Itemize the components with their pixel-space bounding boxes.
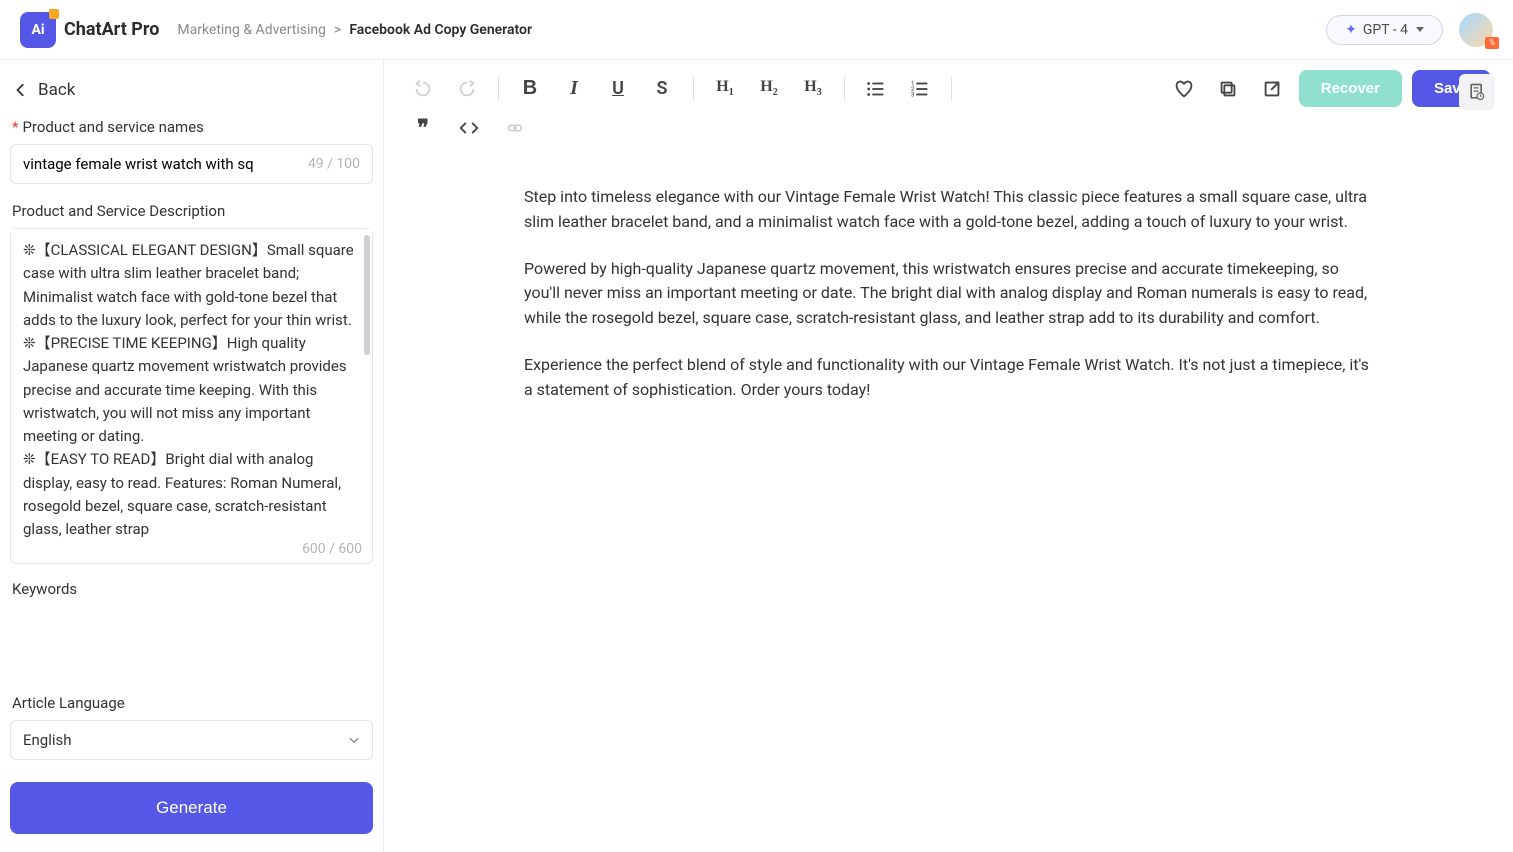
description-counter: 600 / 600 — [11, 539, 372, 563]
strike-button[interactable]: S — [645, 72, 679, 106]
back-button[interactable]: Back — [10, 74, 373, 112]
code-icon — [458, 117, 480, 139]
separator — [951, 77, 952, 101]
logo-icon: Ai — [20, 12, 56, 48]
link-button[interactable] — [498, 111, 532, 145]
copy-icon — [1217, 78, 1239, 100]
copy-button[interactable] — [1211, 72, 1245, 106]
breadcrumb: Marketing & Advertising > Facebook Ad Co… — [177, 22, 532, 38]
redo-button[interactable] — [450, 72, 484, 106]
product-name-field[interactable]: 49 / 100 — [10, 144, 373, 184]
italic-button[interactable]: I — [557, 72, 591, 106]
code-button[interactable] — [452, 111, 486, 145]
svg-text:3: 3 — [911, 90, 915, 98]
back-label: Back — [38, 80, 75, 100]
recover-button[interactable]: Recover — [1299, 70, 1402, 107]
generate-button[interactable]: Generate — [10, 782, 373, 834]
export-button[interactable] — [1255, 72, 1289, 106]
separator — [844, 77, 845, 101]
model-selector[interactable]: ✦ GPT - 4 — [1326, 15, 1443, 45]
h1-icon: H1 — [716, 78, 733, 98]
h1-button[interactable]: H1 — [708, 72, 742, 106]
scrollbar[interactable] — [364, 235, 370, 541]
underline-button[interactable]: U — [601, 72, 635, 106]
language-label: Article Language — [12, 694, 373, 712]
brand-name: ChatArt Pro — [64, 19, 159, 40]
editor-pane: B I U S H1 H2 H3 123 Recover Save ❞ — [384, 60, 1513, 852]
avatar-badge: % — [1485, 37, 1499, 49]
breadcrumb-current: Facebook Ad Copy Generator — [349, 22, 532, 38]
document-clock-icon — [1467, 82, 1487, 102]
heart-icon — [1173, 78, 1195, 100]
description-label: Product and Service Description — [12, 202, 373, 220]
quote-button[interactable]: ❞ — [406, 111, 440, 145]
paragraph: Powered by high-quality Japanese quartz … — [524, 257, 1373, 331]
quote-icon: ❞ — [417, 115, 429, 141]
scrollbar-thumb[interactable] — [364, 235, 370, 355]
bold-icon: B — [523, 77, 537, 100]
undo-icon — [412, 78, 434, 100]
keywords-label: Keywords — [12, 580, 373, 598]
chevron-left-icon — [14, 83, 28, 97]
underline-icon: U — [612, 78, 624, 99]
app-header: Ai ChatArt Pro Marketing & Advertising >… — [0, 0, 1513, 60]
product-name-counter: 49 / 100 — [308, 156, 360, 172]
ordered-list-button[interactable]: 123 — [903, 72, 937, 106]
product-name-input[interactable] — [23, 155, 308, 173]
product-name-label: *Product and service names — [12, 118, 373, 136]
breadcrumb-sep: > — [334, 22, 341, 38]
editor-toolbar: B I U S H1 H2 H3 123 Recover Save — [384, 60, 1513, 111]
h3-icon: H3 — [804, 78, 821, 98]
favorite-button[interactable] — [1167, 72, 1201, 106]
ordered-list-icon: 123 — [909, 78, 931, 100]
paragraph: Step into timeless elegance with our Vin… — [524, 185, 1373, 235]
history-button[interactable] — [1459, 74, 1495, 110]
undo-button[interactable] — [406, 72, 440, 106]
description-textarea[interactable] — [11, 229, 372, 539]
chevron-down-icon — [348, 734, 360, 746]
separator — [498, 77, 499, 101]
description-field[interactable]: 600 / 600 — [10, 228, 373, 564]
model-label: GPT - 4 — [1363, 22, 1408, 38]
bullet-list-icon — [865, 78, 887, 100]
spark-icon: ✦ — [1345, 22, 1357, 38]
export-icon — [1261, 78, 1283, 100]
editor-content[interactable]: Step into timeless elegance with our Vin… — [384, 155, 1513, 852]
bold-button[interactable]: B — [513, 72, 547, 106]
paragraph: Experience the perfect blend of style an… — [524, 353, 1373, 403]
h3-button[interactable]: H3 — [796, 72, 830, 106]
language-value: English — [23, 731, 72, 749]
italic-icon: I — [570, 77, 578, 100]
bullet-list-button[interactable] — [859, 72, 893, 106]
strike-icon: S — [657, 78, 668, 99]
redo-icon — [456, 78, 478, 100]
link-icon — [504, 117, 526, 139]
h2-button[interactable]: H2 — [752, 72, 786, 106]
chevron-down-icon — [1416, 27, 1424, 32]
h2-icon: H2 — [760, 78, 777, 98]
editor-toolbar-row2: ❞ — [384, 111, 1513, 155]
avatar[interactable]: % — [1459, 13, 1493, 47]
language-select[interactable]: English — [10, 720, 373, 760]
brand-block[interactable]: Ai ChatArt Pro — [20, 12, 159, 48]
separator — [693, 77, 694, 101]
sidebar: Back *Product and service names 49 / 100… — [0, 60, 384, 852]
breadcrumb-category[interactable]: Marketing & Advertising — [177, 22, 326, 38]
